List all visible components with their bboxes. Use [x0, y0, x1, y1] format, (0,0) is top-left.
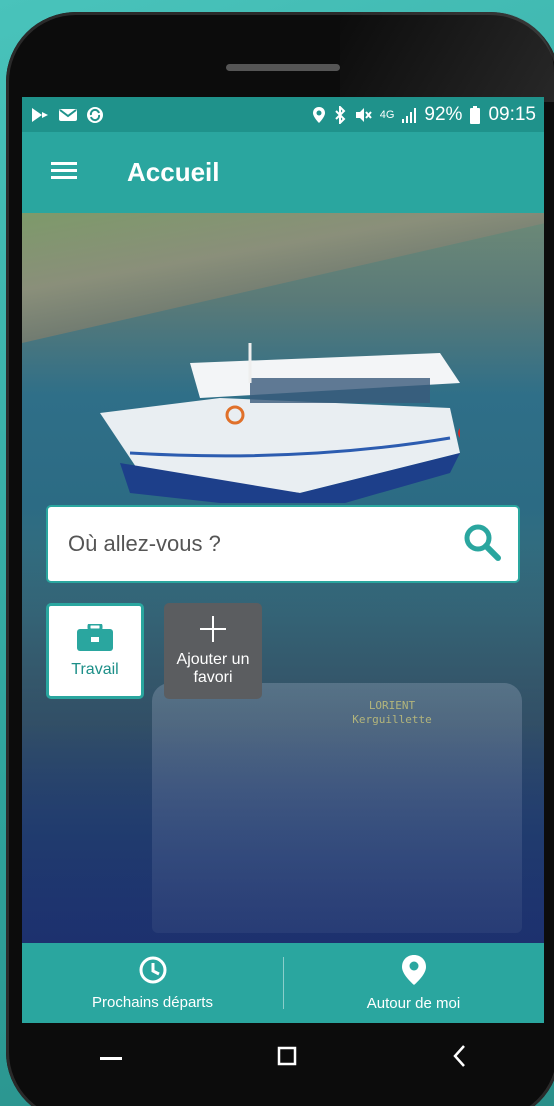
- menu-button[interactable]: [22, 132, 106, 213]
- bus-sign-line-2: Kerguillette: [352, 713, 432, 726]
- bluetooth-icon: [334, 105, 346, 124]
- bus-sign-line-1: LORIENT: [368, 699, 416, 712]
- nav-around-me[interactable]: Autour de moi: [283, 943, 544, 1023]
- location-pin-icon: [401, 954, 427, 991]
- nav-divider: [283, 957, 284, 1009]
- network-type-label: 4G: [379, 108, 395, 121]
- nav-next-departures-label: Prochains départs: [92, 994, 213, 1011]
- ferry-boat-image: [100, 343, 460, 503]
- clock-time: 09:15: [488, 103, 536, 125]
- app-bar: Accueil: [22, 132, 544, 213]
- hamburger-icon: [51, 160, 77, 185]
- add-favorite-label: Ajouter un favori: [176, 650, 250, 686]
- search-input[interactable]: Où allez-vous ?: [46, 505, 520, 583]
- hero-image: LORIENT Kerguillette Où allez-vous ? Tra…: [22, 213, 544, 943]
- phone-speaker: [226, 64, 340, 71]
- recent-apps-icon[interactable]: [99, 1049, 122, 1067]
- mute-icon: [354, 106, 372, 124]
- favorite-work-button[interactable]: Travail: [46, 603, 144, 699]
- bus-image: LORIENT Kerguillette: [152, 683, 522, 933]
- bus-destination-sign: LORIENT Kerguillette: [332, 699, 452, 735]
- status-bar: 4G 92% 09:15: [22, 97, 544, 132]
- add-favorite-button[interactable]: Ajouter un favori: [164, 603, 262, 699]
- page-title: Accueil: [127, 157, 220, 187]
- search-icon[interactable]: [462, 522, 502, 567]
- riverbank-image: [22, 213, 544, 343]
- briefcase-icon: [77, 622, 113, 657]
- search-placeholder: Où allez-vous ?: [68, 531, 221, 556]
- back-icon[interactable]: [452, 1044, 466, 1073]
- battery-icon: [470, 105, 481, 124]
- nav-next-departures[interactable]: Prochains départs: [22, 943, 283, 1023]
- mail-icon: [58, 107, 78, 123]
- favorite-work-label: Travail: [71, 660, 119, 678]
- battery-percent: 92%: [424, 103, 463, 125]
- bottom-navigation: Prochains départs Autour de moi: [22, 943, 544, 1023]
- location-icon: [312, 106, 326, 124]
- signal-icon: [402, 107, 417, 123]
- app-screen: 4G 92% 09:15 Accueil LORIENT Kerguillett…: [22, 97, 544, 1023]
- home-icon[interactable]: [277, 1046, 297, 1071]
- play-store-icon: [30, 106, 50, 124]
- sync-icon: [86, 106, 104, 124]
- nav-around-me-label: Autour de moi: [366, 995, 461, 1012]
- plus-icon: [200, 615, 226, 647]
- clock-icon: [138, 955, 168, 990]
- system-navigation-bar: [22, 1023, 544, 1093]
- phone-shine: [340, 12, 554, 102]
